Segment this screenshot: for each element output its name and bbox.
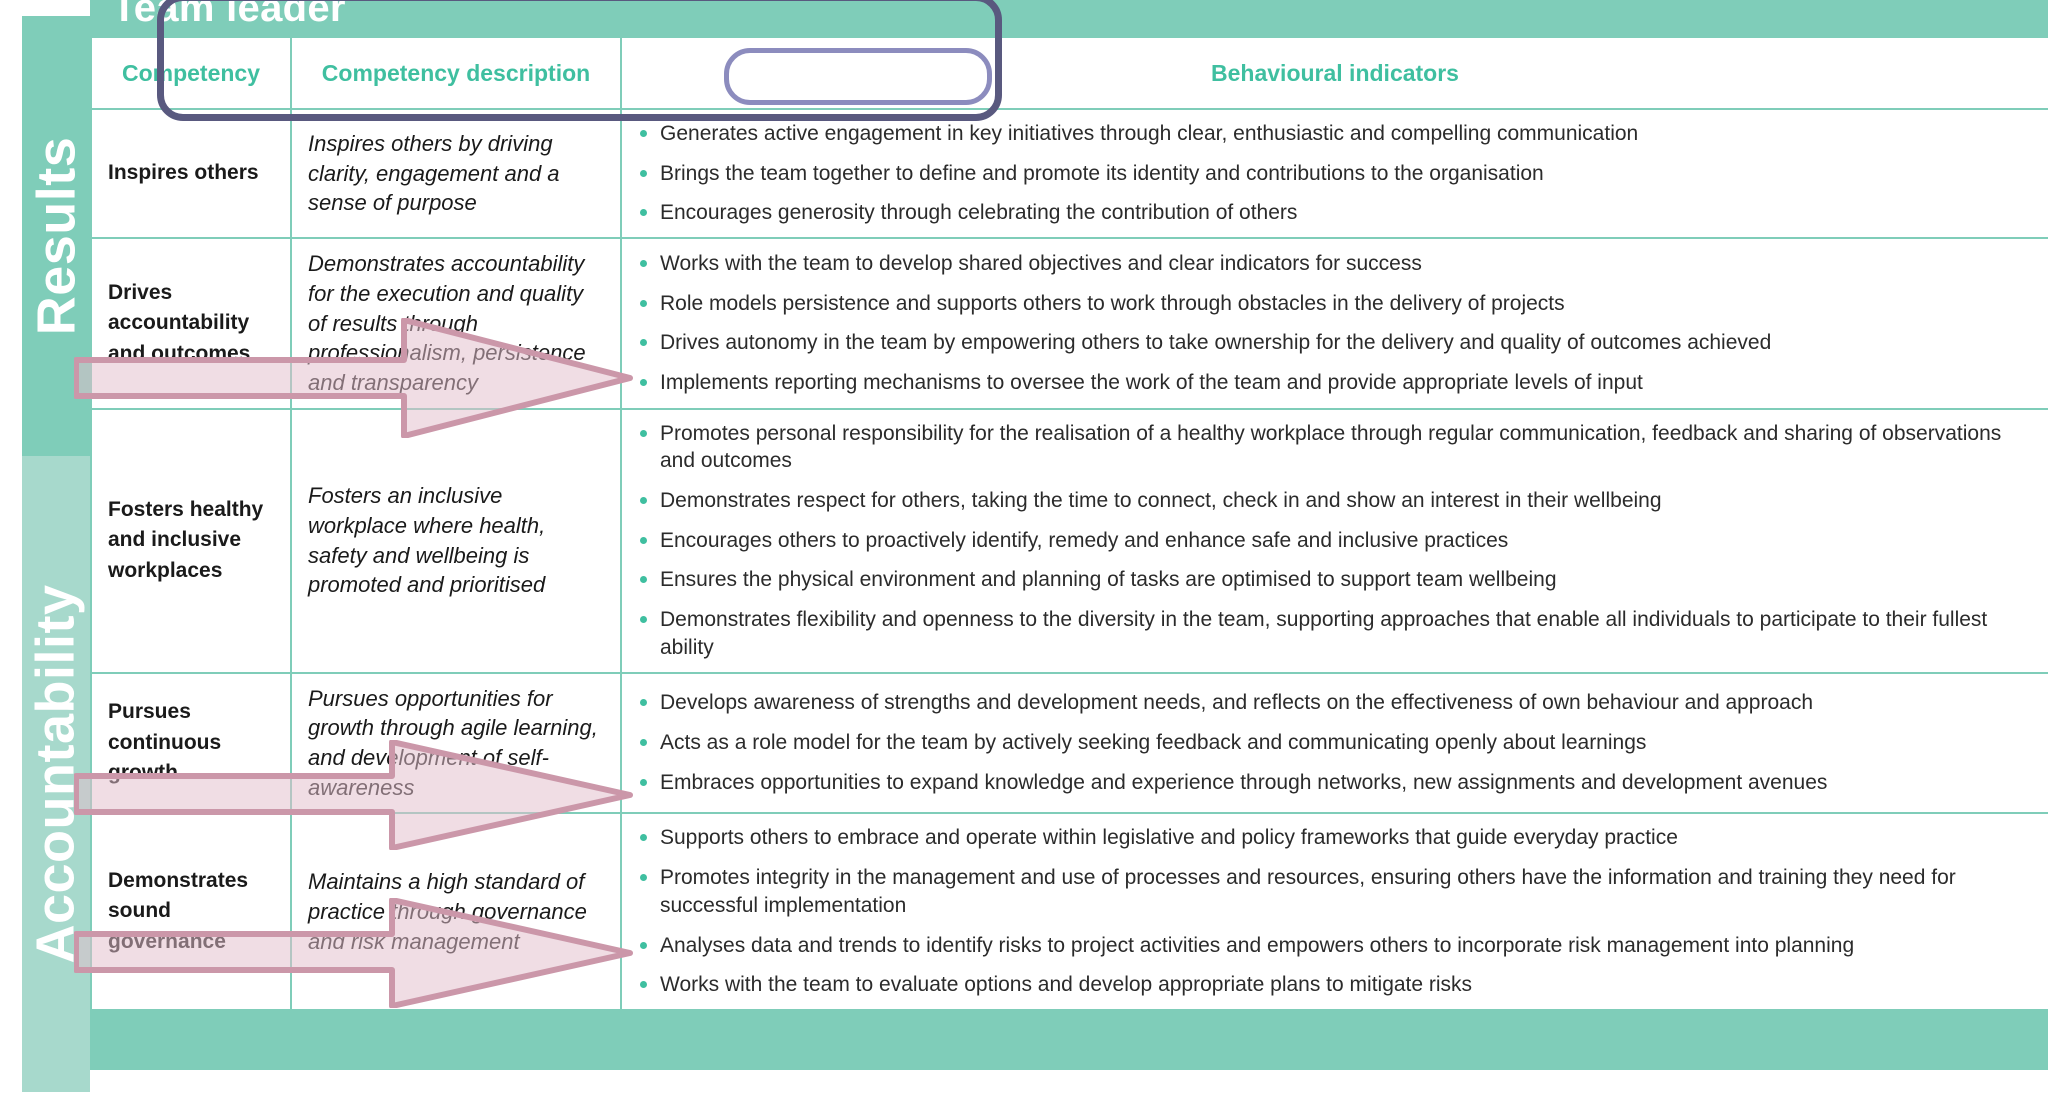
competency-table-container: Team leader Competency Competency descri…: [90, 0, 2048, 1070]
indicator-list: Promotes personal responsibility for the…: [638, 420, 2032, 662]
list-item: Promotes personal responsibility for the…: [638, 420, 2032, 475]
competency-cell: Inspires others: [90, 107, 292, 240]
category-band-results-label: Results: [26, 136, 87, 336]
indicator-list: Works with the team to develop shared ob…: [638, 250, 2032, 397]
list-item: Role models persistence and supports oth…: [638, 290, 2032, 318]
list-item: Ensures the physical environment and pla…: [638, 566, 2032, 594]
competency-description: Inspires others by driving clarity, enga…: [308, 131, 560, 216]
competency-cell: Fosters healthy and inclusive workplaces: [90, 407, 292, 674]
header-competency-description: Competency description: [290, 36, 622, 110]
category-band-results: Results: [22, 16, 90, 456]
list-item: Drives autonomy in the team by empowerin…: [638, 329, 2032, 357]
page-title: Team leader: [112, 0, 346, 30]
competency-cell: Drives accountability and outcomes: [90, 237, 292, 410]
competency-description: Pursues opportunities for growth through…: [308, 685, 598, 800]
indicator-list: Develops awareness of strengths and deve…: [638, 689, 2032, 796]
header-competency-description-label: Competency description: [321, 59, 591, 86]
indicators-cell: Develops awareness of strengths and deve…: [620, 671, 2048, 815]
indicators-cell: Works with the team to develop shared ob…: [620, 237, 2048, 410]
list-item: Promotes integrity in the management and…: [638, 864, 2032, 919]
indicators-cell: Generates active engagement in key initi…: [620, 107, 2048, 240]
description-cell: Maintains a high standard of practice th…: [290, 812, 622, 1011]
competency-table-body: Inspires others Inspires others by drivi…: [90, 107, 2048, 1011]
header-competency: Competency: [90, 36, 292, 110]
indicator-list: Generates active engagement in key initi…: [638, 120, 2032, 227]
description-cell: Fosters an inclusive workplace where hea…: [290, 407, 622, 674]
page-root: Results Accountability Team leader Compe…: [0, 0, 2048, 1093]
indicators-cell: Promotes personal responsibility for the…: [620, 407, 2048, 674]
header-competency-label: Competency: [121, 59, 261, 86]
table-row: Demonstrates sound governance Maintains …: [90, 812, 2048, 1011]
header-behavioural-indicators: Behavioural indicators: [620, 36, 2048, 110]
competency-name: Drives accountability and outcomes: [108, 280, 251, 365]
list-item: Works with the team to evaluate options …: [638, 971, 2032, 999]
description-cell: Pursues opportunities for growth through…: [290, 671, 622, 815]
competency-name: Inspires others: [108, 161, 259, 185]
list-item: Develops awareness of strengths and deve…: [638, 689, 2032, 717]
indicators-cell: Supports others to embrace and operate w…: [620, 812, 2048, 1011]
table-row: Drives accountability and outcomes Demon…: [90, 237, 2048, 410]
list-item: Encourages others to proactively identif…: [638, 527, 2032, 555]
list-item: Supports others to embrace and operate w…: [638, 824, 2032, 852]
list-item: Demonstrates flexibility and openness to…: [638, 606, 2032, 661]
list-item: Brings the team together to define and p…: [638, 160, 2032, 188]
competency-name: Pursues continuous growth: [108, 700, 222, 785]
table-header-row: Competency Competency description Behavi…: [90, 36, 2048, 110]
competency-name: Demonstrates sound governance: [108, 869, 249, 953]
competency-description: Demonstrates accountability for the exec…: [308, 251, 586, 395]
competency-description: Fosters an inclusive workplace where hea…: [308, 483, 546, 598]
list-item: Encourages generosity through celebratin…: [638, 199, 2032, 227]
list-item: Demonstrates respect for others, taking …: [638, 487, 2032, 515]
competency-table: Competency Competency description Behavi…: [90, 36, 2048, 1011]
table-row: Fosters healthy and inclusive workplaces…: [90, 407, 2048, 674]
category-band-accountability-label: Accountability: [26, 584, 87, 964]
category-band-accountability: Accountability: [22, 456, 90, 1092]
list-item: Acts as a role model for the team by act…: [638, 729, 2032, 757]
indicator-list: Supports others to embrace and operate w…: [638, 824, 2032, 999]
table-row: Pursues continuous growth Pursues opport…: [90, 671, 2048, 815]
list-item: Implements reporting mechanisms to overs…: [638, 369, 2032, 397]
competency-description: Maintains a high standard of practice th…: [308, 869, 587, 954]
list-item: Embraces opportunities to expand knowled…: [638, 769, 2032, 797]
competency-cell: Demonstrates sound governance: [90, 812, 292, 1011]
description-cell: Inspires others by driving clarity, enga…: [290, 107, 622, 240]
description-cell: Demonstrates accountability for the exec…: [290, 237, 622, 410]
list-item: Analyses data and trends to identify ris…: [638, 932, 2032, 960]
competency-cell: Pursues continuous growth: [90, 671, 292, 815]
table-row: Inspires others Inspires others by drivi…: [90, 107, 2048, 240]
list-item: Works with the team to develop shared ob…: [638, 250, 2032, 278]
header-behavioural-indicators-label: Behavioural indicators: [1211, 59, 1459, 86]
competency-name: Fosters healthy and inclusive workplaces: [108, 497, 264, 582]
list-item: Generates active engagement in key initi…: [638, 120, 2032, 148]
